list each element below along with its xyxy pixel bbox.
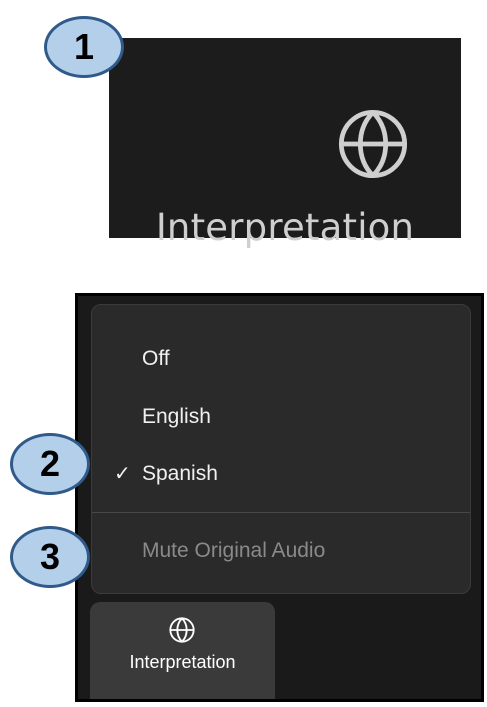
interpretation-label: Interpretation	[155, 206, 415, 249]
interpretation-toolbar-button-closeup[interactable]: Interpretation	[109, 38, 461, 249]
globe-icon	[169, 617, 195, 643]
menu-item-off[interactable]: Off	[92, 339, 470, 379]
globe-icon	[338, 109, 408, 179]
menu-item-spanish[interactable]: ✓ Spanish	[92, 454, 470, 494]
menu-item-spanish-label: Spanish	[142, 462, 218, 485]
menu-item-off-label: Off	[142, 347, 170, 370]
step-1-callout: 1	[44, 16, 124, 78]
step-2-callout: 2	[10, 433, 90, 495]
interpretation-button[interactable]: Interpretation	[90, 602, 275, 699]
mute-original-audio-item[interactable]: Mute Original Audio	[92, 531, 470, 571]
language-dropdown-menu: Off English ✓ Spanish Mute Original Audi…	[91, 304, 471, 594]
step-3-callout: 3	[10, 526, 90, 588]
menu-divider	[92, 512, 470, 513]
checkmark-icon: ✓	[114, 463, 131, 485]
menu-item-english-label: English	[142, 405, 211, 428]
menu-item-english[interactable]: English	[92, 397, 470, 437]
interpretation-button-label: Interpretation	[129, 652, 236, 672]
mute-original-audio-label: Mute Original Audio	[142, 539, 326, 562]
interpretation-menu-screenshot: Off English ✓ Spanish Mute Original Audi…	[75, 293, 484, 702]
